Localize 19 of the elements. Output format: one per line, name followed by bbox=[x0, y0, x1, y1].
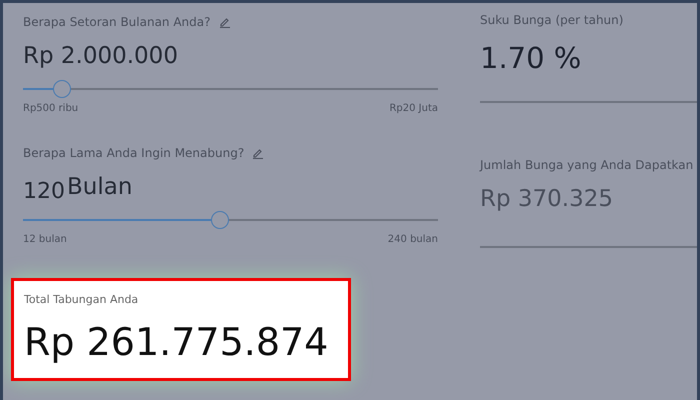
max-label: Rp20 Juta bbox=[389, 103, 438, 114]
result-value: 1.70 % bbox=[480, 41, 582, 75]
amount-value: Rp 2.000.000 bbox=[23, 43, 178, 69]
pencil-icon[interactable] bbox=[252, 147, 264, 159]
max-label: 240 bulan bbox=[388, 234, 438, 245]
min-label: Rp500 ribu bbox=[23, 103, 78, 114]
pencil-icon[interactable] bbox=[218, 16, 230, 28]
result-value: Rp 370.325 bbox=[480, 186, 614, 212]
slider-thumb[interactable] bbox=[211, 211, 230, 229]
result-label: Suku Bunga (per tahun) bbox=[480, 13, 624, 27]
total-value: Rp 261.775.874 bbox=[24, 320, 330, 364]
field-label: Berapa Setoran Bulanan Anda? bbox=[23, 15, 210, 29]
result-label: Jumlah Bunga yang Anda Dapatkan bbox=[480, 158, 694, 172]
unit-label: Bulan bbox=[67, 174, 132, 200]
amount-value: 120 bbox=[23, 179, 65, 204]
min-label: 12 bulan bbox=[23, 234, 67, 245]
field-label: Berapa Lama Anda Ingin Menabung? bbox=[23, 146, 244, 160]
slider-thumb[interactable] bbox=[53, 80, 71, 98]
total-label: Total Tabungan Anda bbox=[24, 293, 140, 306]
